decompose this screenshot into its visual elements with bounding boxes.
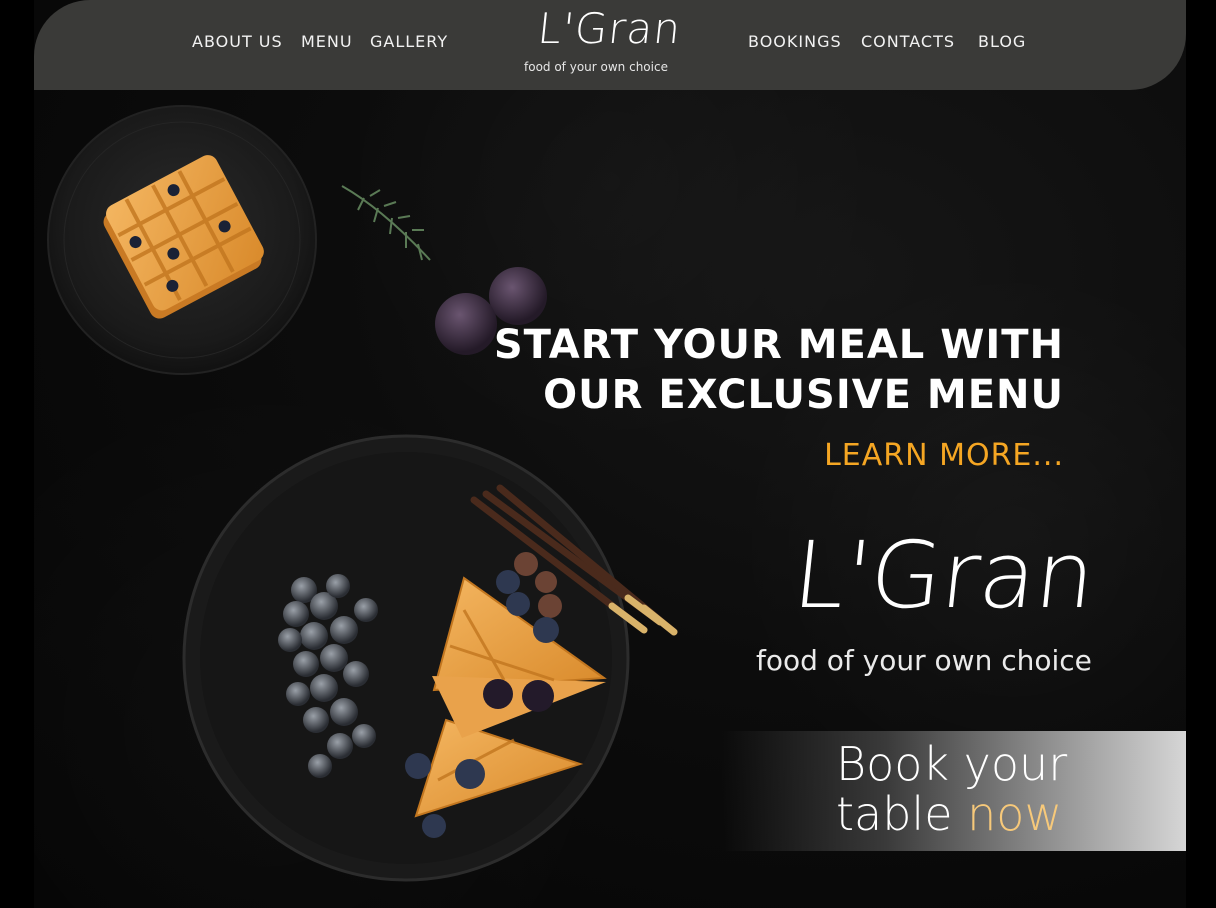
brand-logo-title: L'Gran — [788, 522, 1100, 629]
book-line2: table now — [836, 789, 1067, 839]
waffle-plate-image — [47, 105, 317, 375]
learn-more-link[interactable]: LEARN MORE... — [824, 438, 1064, 473]
hero-headline-line2: OUR EXCLUSIVE MENU — [543, 372, 1064, 418]
nav-bookings[interactable]: BOOKINGS — [748, 32, 842, 51]
brand-tagline: food of your own choice — [756, 644, 1092, 677]
header-logo-tagline: food of your own choice — [524, 60, 668, 74]
book-table-text: Book your table now — [836, 739, 1067, 839]
rosemary-image — [341, 185, 431, 261]
book-now-highlight: now — [967, 787, 1063, 841]
header-logo-title[interactable]: L'Gran — [535, 4, 683, 53]
nav-blog[interactable]: BLOG — [978, 32, 1026, 51]
nav-gallery[interactable]: GALLERY — [370, 32, 448, 51]
book-line2-prefix: table — [836, 787, 953, 841]
header-bar: ABOUT US MENU GALLERY L'Gran food of you… — [34, 0, 1186, 90]
nav-about-us[interactable]: ABOUT US — [192, 32, 283, 51]
book-table-button[interactable]: Book your table now — [722, 731, 1186, 851]
book-line1: Book your — [836, 737, 1068, 791]
page: ABOUT US MENU GALLERY L'Gran food of you… — [34, 0, 1186, 908]
nav-contacts[interactable]: CONTACTS — [861, 32, 955, 51]
hero-headline-line1: START YOUR MEAL WITH — [493, 322, 1064, 368]
grapes-waffle-plate-image — [182, 434, 678, 882]
nav-menu[interactable]: MENU — [301, 32, 353, 51]
food-imagery — [47, 105, 678, 882]
